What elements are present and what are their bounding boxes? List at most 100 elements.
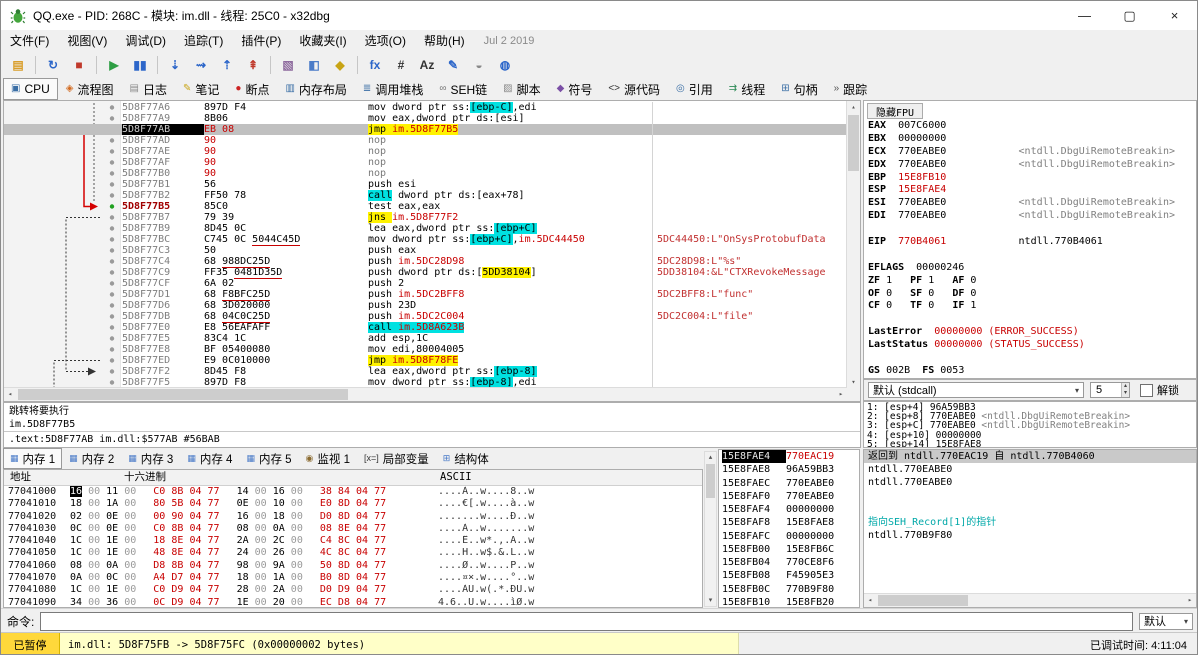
bottom-tab-memory-2[interactable]: ▦ 内存 2 (62, 448, 121, 469)
toolbar-notes-button[interactable]: ◒ (467, 54, 491, 76)
tab-references[interactable]: ◎ 引用 (668, 78, 721, 100)
menu-item[interactable]: 调试(D) (116, 30, 175, 52)
toolbar-run-button[interactable]: ▶ (102, 54, 126, 76)
stack-row[interactable]: 15E8FAE4 770EAC19 (719, 450, 859, 464)
tab-cpu[interactable]: ▣ CPU (3, 78, 58, 100)
maximize-button[interactable]: ▢ (1107, 1, 1152, 30)
tab-handles[interactable]: ⊞ 句柄 (773, 78, 825, 100)
tab-source[interactable]: <> 源代码 (600, 78, 668, 100)
toolbar-step-into-button[interactable]: ⇣ (163, 54, 187, 76)
disassembly-row[interactable]: 5D8F77C4 68 988DC25D push im.5DC28D98 5DC28… (4, 256, 847, 268)
tab-trace[interactable]: » 跟踪 (826, 78, 876, 100)
minimize-button[interactable]: — (1062, 1, 1107, 30)
stack-comment-row[interactable] (864, 542, 1196, 555)
disassembly-row[interactable]: 5D8F77E0 E8 56EAFAFF call im.5D8A623B (4, 322, 847, 333)
toolbar-calculator-button[interactable]: fx (363, 54, 387, 76)
disassembly-row[interactable]: 5D8F77A9 8B06 mov eax,dword ptr ds:[esi] (4, 113, 847, 124)
register-line[interactable]: ECX 770EABE0 <ntdll.DbgUiRemoteBreakin> (864, 146, 1196, 159)
disassembly-row[interactable]: 5D8F77B9 8D45 0C lea eax,dword ptr ss:[ebp… (4, 223, 847, 234)
disassembly-row[interactable]: 5D8F77A6 897D F4 mov dword ptr ss:[ebp-C],… (4, 102, 847, 113)
stack-comment-row[interactable]: ntdll.770B9F80 (864, 529, 1196, 542)
tab-seh-chain[interactable]: ∞ SEH链 (431, 78, 495, 100)
toolbar-pause-button[interactable]: ▮▮ (128, 54, 152, 76)
toolbar-run-to-user-code-button[interactable]: ⇞ (241, 54, 265, 76)
bottom-tab-watch-1[interactable]: ◉ 监视 1 (299, 448, 357, 469)
stack-comment-row[interactable] (864, 556, 1196, 569)
menu-item[interactable]: 收藏夹(I) (290, 30, 355, 52)
tab-log[interactable]: ▤ 日志 (122, 78, 175, 100)
register-line[interactable]: EBP 15E8FB10 (864, 172, 1196, 185)
register-line[interactable] (864, 223, 1196, 236)
toolbar-highlight-button[interactable]: ✎ (441, 54, 465, 76)
toolbar-step-over-button[interactable]: ⇝ (189, 54, 213, 76)
disassembly-row[interactable]: 5D8F77AF 90 nop (4, 157, 847, 168)
dump-row[interactable]: 77041060 08 00 0A 00 D8 8B 04 77 98 00 9A 0… (4, 560, 702, 572)
dump-row[interactable]: 77041030 0C 00 0E 00 C0 8B 04 77 08 00 0A 0… (4, 523, 702, 535)
close-button[interactable]: × (1152, 1, 1197, 30)
stack-row[interactable]: 15E8FB0C 770B9F80 (719, 583, 859, 596)
register-line[interactable]: CF 0 TF 0 IF 1 (864, 300, 1196, 313)
tab-symbols[interactable]: ◆ 符号 (549, 78, 601, 100)
tab-script[interactable]: ▨ 脚本 (495, 78, 548, 100)
menu-item[interactable]: 视图(V) (58, 30, 116, 52)
toolbar-hash-button[interactable]: # (389, 54, 413, 76)
scroll-right-icon[interactable]: ▸ (1184, 594, 1196, 607)
dump-row[interactable]: 77041040 1C 00 1E 00 18 8E 04 77 2A 00 2C 0… (4, 535, 702, 547)
disassembly-row[interactable]: 5D8F77AE 90 nop (4, 146, 847, 157)
disassembly-row[interactable]: 5D8F77D6 68 3D020000 push 23D (4, 300, 847, 311)
disassembly-row[interactable]: 5D8F77B1 56 push esi (4, 179, 847, 190)
register-line[interactable]: EAX 007C6000 (864, 120, 1196, 133)
toolbar-open-file-button[interactable]: ▤ (6, 54, 30, 76)
register-line[interactable]: EDX 770EABE0 <ntdll.DbgUiRemoteBreakin> (864, 159, 1196, 172)
scrollbar-thumb[interactable] (706, 464, 715, 498)
menu-item[interactable]: 选项(O) (356, 30, 415, 52)
bottom-tab-memory-1[interactable]: ▦ 内存 1 (3, 448, 63, 469)
scroll-down-icon[interactable]: ▾ (847, 376, 860, 388)
register-line[interactable]: ESI 770EABE0 <ntdll.DbgUiRemoteBreakin> (864, 197, 1196, 210)
dump-vscrollbar[interactable]: ▴ ▾ (704, 451, 717, 607)
stack-row[interactable]: 15E8FAEC 770EABE0 (719, 477, 859, 490)
scroll-up-icon[interactable]: ▴ (847, 101, 860, 113)
menu-item[interactable]: 帮助(H) (415, 30, 474, 52)
menu-item[interactable]: 追踪(T) (175, 30, 232, 52)
bottom-tab-memory-5[interactable]: ▦ 内存 5 (239, 448, 298, 469)
dump-row[interactable]: 77041050 1C 00 1E 00 48 8E 04 77 24 00 26 0… (4, 547, 702, 559)
register-line[interactable]: EFLAGS 00000246 (864, 262, 1196, 275)
stack-comment-row[interactable]: ntdll.770EABE0 (864, 476, 1196, 489)
scroll-right-icon[interactable]: ▸ (835, 388, 847, 401)
toolbar-favourites-button[interactable]: ◆ (328, 54, 352, 76)
unlock-checkbox[interactable] (1140, 383, 1153, 397)
disassembly-row[interactable]: 5D8F77BC C745 0C 5044C45D mov dword ptr ss… (4, 234, 847, 246)
stack-row[interactable]: 15E8FB10 15E8FB20 (719, 596, 859, 607)
disassembly-row[interactable]: 5D8F77B5 85C0 test eax,eax (4, 201, 847, 212)
register-line[interactable]: LastError 00000000 (ERROR_SUCCESS) (864, 326, 1196, 339)
scrollbar-thumb[interactable] (878, 595, 968, 606)
stack-comment-row[interactable]: 指向SEH_Record[1]的指针 (864, 516, 1196, 529)
toolbar-help-chat-button[interactable]: ◍ (493, 54, 517, 76)
toolbar-stop-button[interactable]: ■ (67, 54, 91, 76)
command-profile-dropdown[interactable]: 默认 ▾ (1139, 612, 1193, 630)
bottom-tab-struct[interactable]: ⊞ 结构体 (436, 448, 496, 469)
disassembly-row[interactable]: 5D8F77B2 FF50 78 call dword ptr ds:[eax+78… (4, 190, 847, 201)
disassembly-row[interactable]: 5D8F77AB EB 08 jmp im.5D8F77B5 (4, 124, 847, 135)
scrollbar-thumb[interactable] (18, 389, 348, 400)
tab-graph[interactable]: ◈ 流程图 (58, 78, 122, 100)
dump-row[interactable]: 77041010 18 00 1A 00 80 5B 04 77 0E 00 10 0… (4, 498, 702, 510)
stack-row[interactable]: 15E8FAF8 15E8FAE8 (719, 516, 859, 529)
register-line[interactable]: ZF 1 PF 1 AF 0 (864, 275, 1196, 288)
disassembly-row[interactable]: 5D8F77C3 50 push eax (4, 245, 847, 256)
unlock-control[interactable]: 解锁 (1140, 382, 1179, 398)
dump-row[interactable]: 77041090 34 00 36 00 0C D9 04 77 1E 00 20 0… (4, 597, 702, 607)
scrollbar-thumb[interactable] (848, 115, 859, 171)
scroll-left-icon[interactable]: ◂ (4, 388, 16, 401)
register-line[interactable]: EDI 770EABE0 <ntdll.DbgUiRemoteBreakin> (864, 210, 1196, 223)
stack-comment-row[interactable] (864, 569, 1196, 582)
tab-threads[interactable]: ⇉ 线程 (721, 78, 773, 100)
toolbar-restart-button[interactable]: ↻ (41, 54, 65, 76)
tab-call-stack[interactable]: ≣ 调用堆栈 (355, 78, 431, 100)
disassembly-row[interactable]: 5D8F77B0 90 nop (4, 168, 847, 179)
dump-row[interactable]: 77041070 0A 00 0C 00 A4 D7 04 77 18 00 1A 0… (4, 572, 702, 584)
register-line[interactable]: EIP 770B4061 ntdll.770B4061 (864, 236, 1196, 249)
register-line[interactable] (864, 249, 1196, 262)
bottom-tab-memory-3[interactable]: ▦ 内存 3 (121, 448, 180, 469)
